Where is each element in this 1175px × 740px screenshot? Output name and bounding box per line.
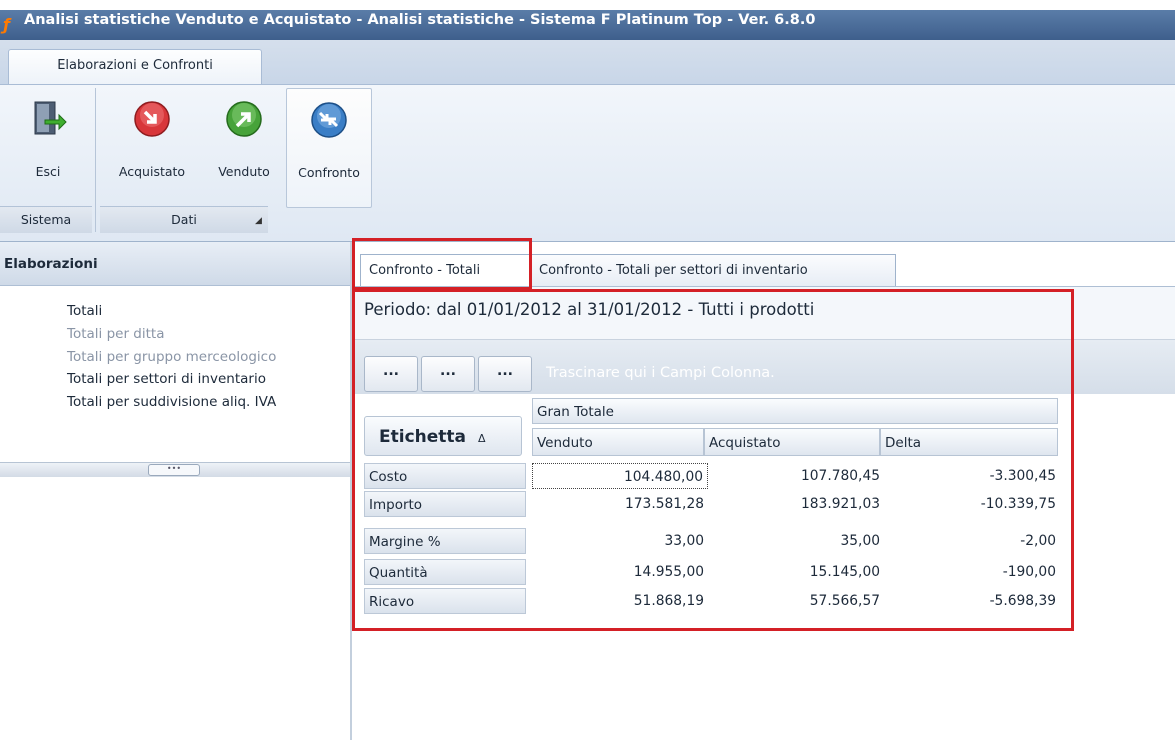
- elaborazioni-header: Elaborazioni: [0, 242, 350, 286]
- acquistato-button[interactable]: Acquistato: [100, 88, 204, 206]
- nav-item-totali-per-ditta[interactable]: Totali per ditta: [67, 323, 276, 346]
- elaborazioni-panel: Elaborazioni Totali Totali per ditta Tot…: [0, 242, 352, 740]
- acquistato-label: Acquistato: [118, 164, 186, 179]
- venduto-label: Venduto: [218, 164, 270, 179]
- confronto-label: Confronto: [298, 165, 360, 180]
- nav-item-totali-per-gruppo[interactable]: Totali per gruppo merceologico: [67, 346, 276, 369]
- group-label-dati: Dati: [100, 206, 268, 233]
- dialog-launcher-icon[interactable]: ◢: [255, 216, 265, 226]
- caption-cut: [0, 0, 1175, 10]
- esci-button[interactable]: Esci: [4, 88, 92, 206]
- exit-door-icon: [34, 101, 67, 135]
- window-title-bar: ƒ Analisi statistiche Venduto e Acquista…: [0, 0, 1175, 40]
- arrow-up-right-green-icon: [226, 101, 262, 137]
- elaborazioni-list: Totali Totali per ditta Totali per grupp…: [67, 300, 276, 414]
- panel-splitter[interactable]: •••: [0, 462, 350, 477]
- splitter-grip-icon[interactable]: •••: [148, 464, 200, 476]
- confronto-button[interactable]: Confronto: [286, 88, 372, 208]
- app-logo-icon: ƒ: [3, 15, 10, 34]
- tab-confronto-settori[interactable]: Confronto - Totali per settori di invent…: [530, 254, 896, 286]
- compare-arrows-blue-icon: [311, 102, 347, 138]
- nav-item-totali[interactable]: Totali: [67, 300, 276, 323]
- arrow-down-right-red-icon: [134, 101, 170, 137]
- nav-item-totali-per-settori[interactable]: Totali per settori di inventario: [67, 368, 276, 391]
- highlight-box-tab: [352, 238, 532, 290]
- esci-label: Esci: [35, 164, 61, 179]
- group-label-sistema: Sistema: [0, 206, 92, 233]
- nav-item-totali-per-iva[interactable]: Totali per suddivisione aliq. IVA: [67, 391, 276, 414]
- group-separator: [95, 88, 96, 232]
- venduto-button[interactable]: Venduto: [204, 88, 284, 206]
- highlight-box-grid: [352, 289, 1074, 631]
- window-title: Analisi statistiche Venduto e Acquistato…: [24, 12, 816, 28]
- ribbon-tab-elaborazioni[interactable]: Elaborazioni e Confronti: [8, 49, 262, 84]
